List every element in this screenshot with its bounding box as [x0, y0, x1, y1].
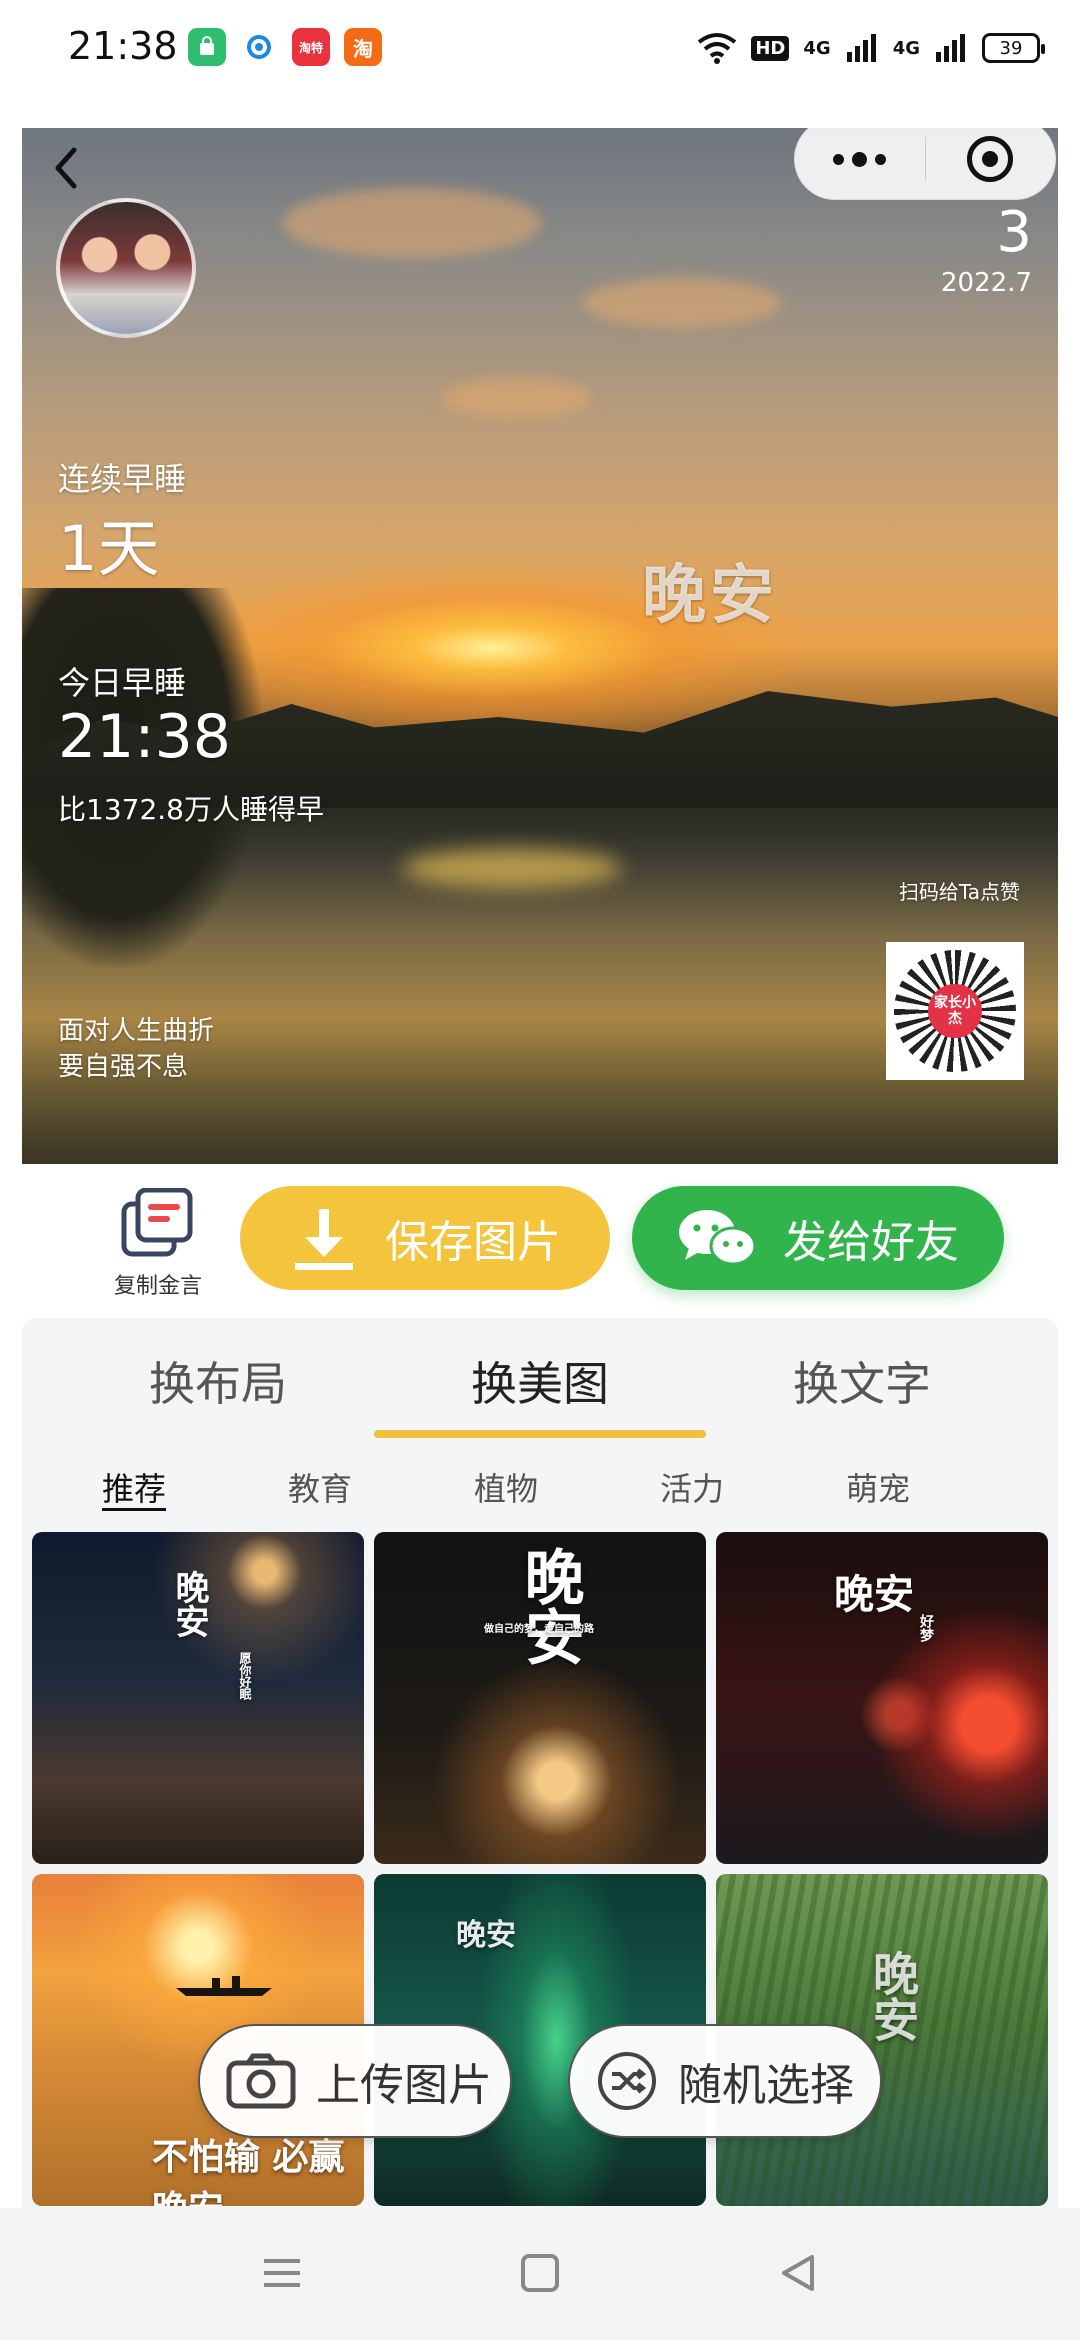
network-4g-2: 4G	[892, 37, 920, 59]
random-select-label: 随机选择	[678, 2060, 854, 2111]
signal-icon-1	[846, 34, 876, 62]
home-nav-button[interactable]	[510, 2248, 570, 2298]
tab-change-layout[interactable]: 换布局	[68, 1348, 368, 1414]
category-vitality[interactable]: 活力	[660, 1464, 724, 1510]
category-education[interactable]: 教育	[288, 1464, 352, 1510]
close-miniprogram-button[interactable]	[926, 128, 1056, 200]
today-sleep-time: 21:38	[58, 702, 231, 772]
save-image-button[interactable]: 保存图片	[240, 1186, 610, 1290]
upload-image-label: 上传图片	[316, 2060, 492, 2111]
menu-nav-button[interactable]	[252, 2248, 312, 2298]
camera-icon	[226, 2053, 296, 2109]
cloud-decoration	[582, 278, 782, 328]
menu-icon	[264, 2259, 300, 2287]
streak-label: 连续早睡	[58, 460, 187, 498]
page: 21:38 淘特 淘 HD 4G 4G 39 3 2022.7 连续早睡 1天 …	[0, 0, 1080, 2340]
shopping-bag-app-icon	[188, 28, 226, 66]
category-pets[interactable]: 萌宠	[846, 1464, 910, 1510]
send-to-friend-button[interactable]: 发给好友	[632, 1186, 1004, 1290]
dot-icon	[852, 151, 868, 167]
browser-app-icon	[240, 28, 278, 66]
cloud-decoration	[442, 378, 592, 418]
gallery-tile[interactable]: 晚安 愿你好眠	[32, 1532, 364, 1864]
motto-line-2: 要自强不息	[58, 1052, 189, 1082]
qr-logo: 家长小杰	[928, 984, 982, 1038]
send-to-friend-label: 发给好友	[783, 1217, 959, 1268]
random-select-button[interactable]: 随机选择	[568, 2024, 882, 2138]
hd-icon: HD	[751, 35, 790, 61]
category-recommend[interactable]: 推荐	[102, 1464, 166, 1510]
wifi-icon	[698, 33, 737, 64]
tile-caption: 晚安	[169, 1570, 209, 1638]
wechat-icon	[679, 1210, 757, 1266]
category-plants[interactable]: 植物	[474, 1464, 538, 1510]
month-date: 2022.7	[941, 268, 1032, 298]
avatar[interactable]	[56, 198, 196, 338]
style-panel: 换布局 换美图 换文字 推荐 教育 植物 活力 萌宠 晚安 愿你好眠 晚安 做自…	[22, 1318, 1058, 2228]
system-nav-bar	[0, 2208, 1080, 2340]
gallery-tile[interactable]: 晚安 好梦	[716, 1532, 1048, 1864]
target-icon	[967, 136, 1014, 182]
scan-hint: 扫码给Ta点赞	[898, 880, 1020, 904]
status-time: 21:38	[68, 24, 178, 68]
copy-quote-button[interactable]: 复制金言	[108, 1180, 208, 1300]
boat-silhouette	[176, 1976, 272, 1996]
tab-change-image[interactable]: 换美图	[390, 1348, 690, 1414]
back-arrow-icon[interactable]	[38, 138, 98, 198]
gallery-tile[interactable]: 晚安 做自己的梦，走自己的路	[374, 1532, 706, 1864]
water-reflection	[402, 848, 622, 888]
status-bar: 21:38 淘特 淘 HD 4G 4G 39	[0, 0, 1080, 96]
download-icon	[295, 1209, 353, 1270]
miniprogram-capsule	[794, 128, 1056, 200]
tile-subcaption: 好梦	[918, 1614, 934, 1642]
taobao-app-icon: 淘	[344, 28, 382, 66]
copy-icon	[121, 1188, 193, 1257]
back-triangle-icon	[782, 2255, 814, 2291]
sleep-card-image: 3 2022.7 连续早睡 1天 晚安 今日早睡 21:38 比1372.8万人…	[22, 128, 1058, 1164]
cloud-decoration	[282, 188, 542, 258]
tab-bar: 换布局 换美图 换文字	[22, 1318, 1058, 1438]
dot-icon	[875, 153, 887, 165]
tile-caption: 晚安	[866, 1950, 920, 2042]
qr-code: 家长小杰	[886, 942, 1024, 1080]
tile-caption: 晚安	[834, 1571, 914, 1618]
copy-quote-label: 复制金言	[113, 1274, 202, 1299]
taote-app-icon: 淘特	[292, 28, 330, 66]
motto-line-1: 面对人生曲折	[58, 1016, 215, 1046]
signal-icon-2	[936, 34, 965, 62]
battery-icon: 39	[982, 33, 1045, 63]
tab-change-text[interactable]: 换文字	[712, 1348, 1012, 1414]
category-bar: 推荐 教育 植物 活力 萌宠	[22, 1458, 1058, 1518]
upload-image-button[interactable]: 上传图片	[198, 2024, 512, 2138]
goodnight-overlay-text: 晚安	[642, 559, 778, 633]
tile-caption: 不怕输 必赢 晚安	[152, 2136, 345, 2206]
more-menu-button[interactable]	[795, 128, 925, 200]
shuffle-icon	[598, 2052, 656, 2110]
tile-subcaption: 做自己的梦，走自己的路	[484, 1624, 594, 1635]
active-tab-indicator	[374, 1430, 706, 1438]
streak-value: 1天	[58, 512, 160, 585]
status-indicators: HD 4G 4G 39	[697, 28, 1045, 68]
tile-caption: 晚安	[456, 1918, 516, 1953]
day-number: 3	[996, 200, 1032, 265]
tile-caption: 晚安	[514, 1546, 584, 1666]
tile-subcaption: 愿你好眠	[238, 1652, 252, 1700]
dot-icon	[833, 153, 845, 165]
save-image-label: 保存图片	[385, 1217, 561, 1268]
comparison-text: 比1372.8万人睡得早	[58, 793, 324, 826]
network-4g-1: 4G	[803, 37, 831, 59]
home-square-icon	[521, 2254, 559, 2292]
back-nav-button[interactable]	[768, 2248, 828, 2298]
today-label: 今日早睡	[58, 664, 187, 702]
